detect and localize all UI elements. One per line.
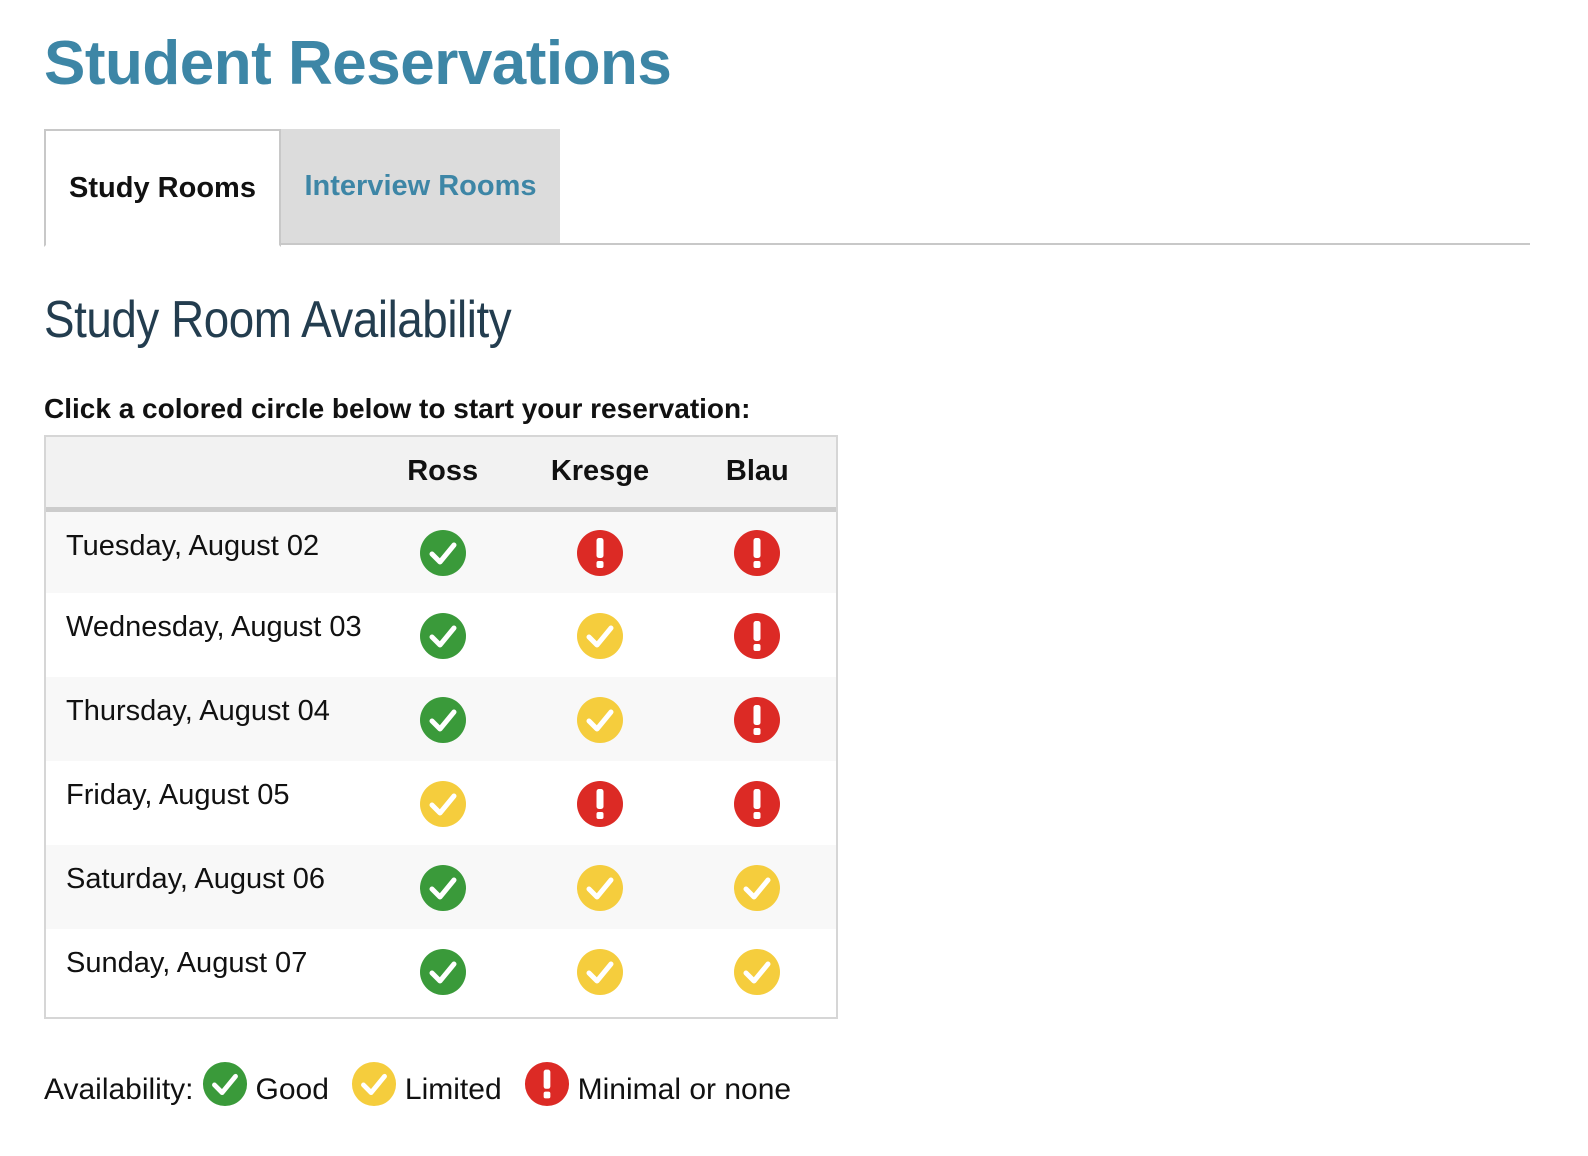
legend-label-limited: Limited	[404, 1073, 502, 1106]
instruction-text: Click a colored circle below to start yo…	[44, 393, 751, 424]
availability-cell-blau	[679, 929, 836, 1013]
table-header-row: Ross Kresge Blau	[46, 437, 836, 509]
good-check-circle-icon[interactable]	[419, 529, 467, 577]
availability-cell-ross	[364, 845, 521, 929]
availability-cell-blau	[679, 677, 836, 761]
availability-table-container: Ross Kresge Blau Tuesday, August 02 Wedne…	[44, 435, 838, 1019]
limited-check-circle-icon[interactable]	[576, 948, 624, 996]
row-date: Saturday, August 06	[66, 863, 326, 895]
availability-cell-kresge	[521, 845, 678, 929]
legend-minimal-exclamation-circle-icon	[524, 1061, 570, 1107]
legend-label-good: Good	[255, 1073, 329, 1106]
minimal-exclamation-circle-icon[interactable]	[733, 780, 781, 828]
table-row: Saturday, August 06	[46, 845, 836, 929]
table-row: Sunday, August 07	[46, 929, 836, 1013]
availability-cell-blau	[679, 761, 836, 845]
column-header-kresge: Kresge	[550, 455, 650, 488]
good-check-circle-icon[interactable]	[419, 696, 467, 744]
minimal-exclamation-circle-icon[interactable]	[576, 780, 624, 828]
minimal-exclamation-circle-icon[interactable]	[733, 529, 781, 577]
tab-interview-rooms[interactable]: Interview Rooms	[281, 129, 560, 243]
row-date: Wednesday, August 03	[66, 611, 362, 643]
column-header-ross: Ross	[407, 455, 479, 488]
limited-check-circle-icon[interactable]	[419, 780, 467, 828]
availability-cell-blau	[679, 845, 836, 929]
limited-check-circle-icon[interactable]	[576, 696, 624, 744]
availability-cell-ross	[364, 593, 521, 677]
availability-cell-ross	[364, 929, 521, 1013]
column-header-date	[46, 437, 364, 509]
availability-table: Ross Kresge Blau Tuesday, August 02 Wedne…	[46, 437, 836, 1013]
availability-legend: Availability: Good Limited Minimal or none	[44, 1058, 805, 1122]
column-header-blau: Blau	[725, 455, 789, 488]
limited-check-circle-icon[interactable]	[733, 864, 781, 912]
table-row: Tuesday, August 02	[46, 509, 836, 593]
tab-study-rooms[interactable]: Study Rooms	[44, 129, 281, 247]
legend-good-check-circle-icon	[202, 1061, 248, 1107]
availability-cell-kresge	[521, 677, 678, 761]
good-check-circle-icon[interactable]	[419, 948, 467, 996]
availability-cell-blau	[679, 593, 836, 677]
availability-cell-kresge	[521, 593, 678, 677]
minimal-exclamation-circle-icon[interactable]	[576, 529, 624, 577]
row-date: Tuesday, August 02	[66, 529, 320, 562]
legend-limited-check-circle-icon	[351, 1061, 397, 1107]
table-row: Thursday, August 04	[46, 677, 836, 761]
good-check-circle-icon[interactable]	[419, 864, 467, 912]
good-check-circle-icon[interactable]	[419, 612, 467, 660]
minimal-exclamation-circle-icon[interactable]	[733, 696, 781, 744]
row-date: Sunday, August 07	[66, 947, 308, 979]
legend-label-minimal: Minimal or none	[577, 1073, 792, 1106]
section-title: Study Room Availability	[44, 291, 512, 349]
availability-cell-ross	[364, 761, 521, 845]
availability-cell-blau	[679, 509, 836, 593]
availability-cell-kresge	[521, 929, 678, 1013]
limited-check-circle-icon[interactable]	[576, 612, 624, 660]
row-date: Friday, August 05	[66, 779, 290, 811]
table-row: Wednesday, August 03	[46, 593, 836, 677]
limited-check-circle-icon[interactable]	[576, 864, 624, 912]
table-row: Friday, August 05	[46, 761, 836, 845]
availability-cell-ross	[364, 509, 521, 593]
availability-cell-kresge	[521, 509, 678, 593]
table-body: Tuesday, August 02 Wednesday, August 03 Th…	[46, 509, 836, 1013]
minimal-exclamation-circle-icon[interactable]	[733, 612, 781, 660]
tab-bar: Study Rooms Interview Rooms	[44, 129, 1530, 247]
row-date: Thursday, August 04	[66, 695, 330, 727]
availability-cell-kresge	[521, 761, 678, 845]
availability-cell-ross	[364, 677, 521, 761]
legend-label: Availability:	[44, 1073, 194, 1106]
limited-check-circle-icon[interactable]	[733, 948, 781, 996]
page-title: Student Reservations	[44, 29, 672, 98]
